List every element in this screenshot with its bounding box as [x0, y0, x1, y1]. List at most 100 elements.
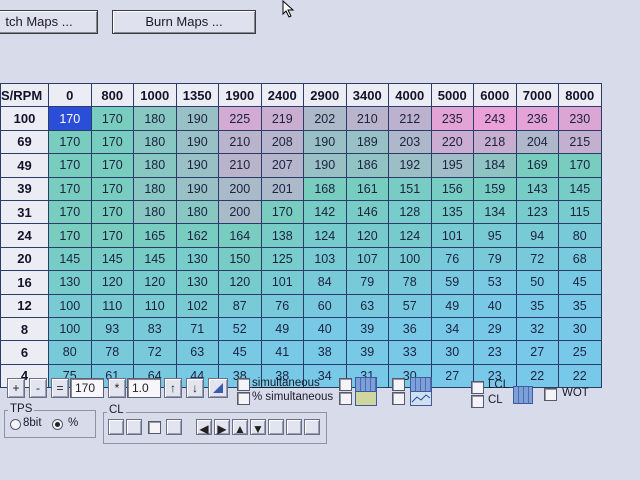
map-cell[interactable]: 120 [90, 270, 134, 295]
map-cell[interactable]: 76 [260, 293, 304, 318]
map-cell[interactable]: 27 [515, 340, 559, 365]
map-cell[interactable]: 195 [430, 153, 474, 178]
map-cell[interactable]: 41 [260, 340, 304, 365]
map-cell[interactable]: 162 [175, 223, 219, 248]
rpm-header-2400[interactable]: 2400 [260, 82, 304, 108]
map-cell[interactable]: 180 [133, 153, 177, 178]
view-option-1-checkbox[interactable] [339, 378, 352, 391]
map-cell[interactable]: 130 [48, 270, 92, 295]
pencil-icon[interactable] [286, 419, 302, 435]
rpm-header-0[interactable]: 0 [48, 82, 92, 108]
map-grid-icon[interactable] [513, 386, 533, 404]
subtract-button[interactable]: - [29, 378, 47, 398]
map-cell[interactable]: 164 [218, 223, 262, 248]
arrow-right-icon[interactable]: ▶ [214, 419, 230, 436]
map-cell[interactable]: 87 [218, 293, 262, 318]
flag-icon[interactable] [108, 419, 124, 435]
map-cell[interactable]: 134 [473, 199, 517, 225]
color-view-icon[interactable] [355, 391, 377, 406]
map-cell[interactable]: 72 [515, 246, 559, 272]
map-cell[interactable]: 32 [515, 316, 559, 342]
map-cell[interactable]: 124 [303, 223, 347, 248]
crosshair-icon[interactable] [126, 419, 142, 435]
map-cell[interactable]: 95 [473, 223, 517, 248]
map-cell[interactable]: 80 [558, 223, 602, 248]
map-cell[interactable]: 170 [260, 199, 304, 225]
map-cell[interactable]: 145 [90, 246, 134, 272]
map-cell[interactable]: 71 [175, 316, 219, 342]
interpolate-button[interactable] [208, 378, 228, 398]
lcl-checkbox[interactable] [471, 381, 484, 394]
map-cell[interactable]: 63 [345, 293, 389, 318]
map-cell[interactable]: 143 [515, 176, 559, 201]
cl-option-checkbox[interactable] [148, 421, 161, 434]
map-cell[interactable]: 35 [515, 293, 559, 318]
map-cell[interactable]: 180 [133, 106, 177, 131]
map-cell[interactable]: 161 [345, 176, 389, 201]
map-cell[interactable]: 200 [218, 176, 262, 201]
pointer-icon[interactable] [166, 419, 182, 435]
multiply-value-input[interactable]: 1.0 [127, 378, 161, 398]
map-cell[interactable]: 180 [175, 199, 219, 225]
map-cell[interactable]: 107 [345, 246, 389, 272]
view-option-2-checkbox[interactable] [339, 392, 352, 405]
map-cell[interactable]: 210 [218, 153, 262, 178]
map-cell[interactable]: 68 [558, 246, 602, 272]
map-cell[interactable]: 146 [345, 199, 389, 225]
rpm-header-5000[interactable]: 5000 [430, 82, 474, 108]
rpm-header-3400[interactable]: 3400 [345, 82, 389, 108]
map-cell[interactable]: 115 [558, 199, 602, 225]
map-cell[interactable]: 59 [430, 270, 474, 295]
map-cell[interactable]: 110 [133, 293, 177, 318]
map-cell[interactable]: 60 [303, 293, 347, 318]
rpm-header-6000[interactable]: 6000 [473, 82, 517, 108]
burn-maps-button[interactable]: Burn Maps ... [112, 10, 256, 34]
map-cell[interactable]: 79 [345, 270, 389, 295]
view-option-4-checkbox[interactable] [392, 392, 405, 405]
map-cell[interactable]: 120 [345, 223, 389, 248]
wot-checkbox[interactable] [544, 388, 557, 401]
map-cell[interactable]: 76 [430, 246, 474, 272]
map-cell[interactable]: 36 [388, 316, 432, 342]
map-cell[interactable]: 78 [90, 340, 134, 365]
map-cell[interactable]: 79 [473, 246, 517, 272]
map-cell[interactable]: 156 [430, 176, 474, 201]
load-header-24[interactable]: 24 [0, 223, 49, 248]
cl-checkbox[interactable] [471, 395, 484, 408]
rpm-header-1900[interactable]: 1900 [218, 82, 262, 108]
increment-button[interactable]: ↑ [164, 378, 182, 398]
map-cell[interactable]: 120 [218, 270, 262, 295]
map-cell[interactable]: 170 [558, 153, 602, 178]
map-cell[interactable]: 165 [133, 223, 177, 248]
map-cell[interactable]: 23 [473, 340, 517, 365]
load-header-8[interactable]: 8 [0, 316, 49, 342]
map-cell[interactable]: 33 [388, 340, 432, 365]
map-cell[interactable]: 49 [260, 316, 304, 342]
map-cell[interactable]: 170 [90, 106, 134, 131]
map-cell[interactable]: 49 [430, 293, 474, 318]
map-cell[interactable]: 180 [133, 199, 177, 225]
load-header-31[interactable]: 31 [0, 199, 49, 225]
map-cell[interactable]: 100 [48, 293, 92, 318]
map-cell[interactable]: 40 [473, 293, 517, 318]
map-cell[interactable]: 235 [430, 106, 474, 131]
map-cell[interactable]: 30 [558, 316, 602, 342]
table-view-icon[interactable] [410, 377, 432, 392]
map-cell[interactable]: 130 [175, 246, 219, 272]
map-cell[interactable]: 243 [473, 106, 517, 131]
decrement-button[interactable]: ↓ [186, 378, 204, 398]
map-cell[interactable]: 39 [345, 316, 389, 342]
end-icon[interactable] [304, 419, 320, 435]
map-cell[interactable]: 190 [303, 153, 347, 178]
map-cell[interactable]: 110 [90, 293, 134, 318]
map-cell[interactable]: 186 [345, 153, 389, 178]
map-cell[interactable]: 53 [473, 270, 517, 295]
map-cell[interactable]: 170 [90, 176, 134, 201]
map-cell[interactable]: 219 [260, 106, 304, 131]
map-cell[interactable]: 100 [48, 316, 92, 342]
map-cell[interactable]: 180 [133, 176, 177, 201]
map-cell[interactable]: 29 [473, 316, 517, 342]
load-header-20[interactable]: 20 [0, 246, 49, 272]
map-cell[interactable]: 145 [48, 246, 92, 272]
map-cell[interactable]: 215 [558, 129, 602, 155]
